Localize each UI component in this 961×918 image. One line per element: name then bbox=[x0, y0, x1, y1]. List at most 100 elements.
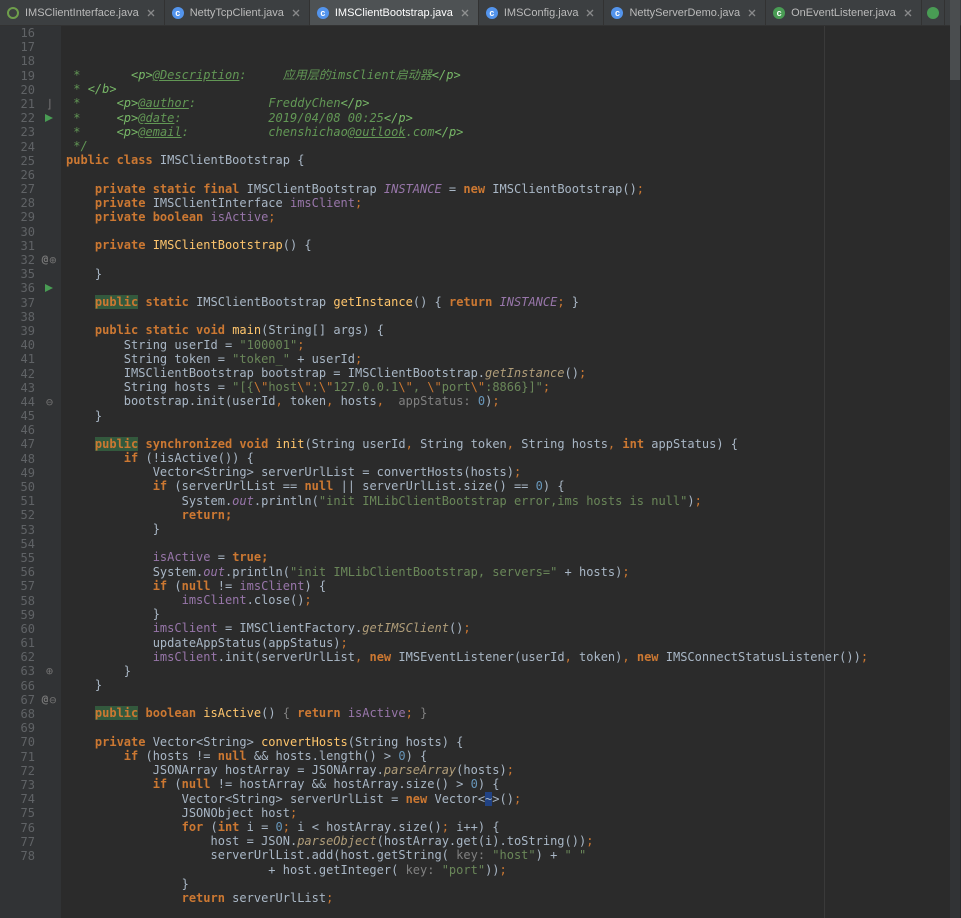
code-line[interactable] bbox=[62, 281, 961, 295]
code-line[interactable]: String hosts = "[{\"host\":\"127.0.0.1\"… bbox=[62, 380, 961, 394]
gutter-mark[interactable]: @⊕ bbox=[43, 254, 55, 266]
line-number[interactable]: 77 bbox=[0, 835, 61, 849]
gutter-mark[interactable]: ⌋ bbox=[43, 98, 55, 110]
scrollbar-thumb[interactable] bbox=[950, 0, 960, 80]
line-number[interactable]: 18 bbox=[0, 54, 61, 68]
code-line[interactable]: + host.getInteger( key: "port")); bbox=[62, 863, 961, 877]
close-icon[interactable] bbox=[146, 8, 156, 18]
line-number[interactable]: 53 bbox=[0, 523, 61, 537]
code-line[interactable]: * <p>@author: FreddyChen</p> bbox=[62, 96, 961, 110]
line-number[interactable]: 46 bbox=[0, 423, 61, 437]
tab-imsclientbootstrap[interactable]: cIMSClientBootstrap.java bbox=[310, 0, 479, 25]
code-line[interactable]: public static void main(String[] args) { bbox=[62, 323, 961, 337]
line-number[interactable]: 42 bbox=[0, 367, 61, 381]
code-line[interactable]: public synchronized void init(String use… bbox=[62, 437, 961, 451]
close-icon[interactable] bbox=[903, 8, 913, 18]
tab-nettyserverdemo[interactable]: cNettyServerDemo.java bbox=[604, 0, 766, 25]
code-line[interactable]: private Vector<String> convertHosts(Stri… bbox=[62, 735, 961, 749]
code-line[interactable]: isActive = true; bbox=[62, 550, 961, 564]
code-line[interactable] bbox=[62, 252, 961, 266]
scrollbar[interactable] bbox=[950, 0, 960, 918]
line-number[interactable]: 17 bbox=[0, 40, 61, 54]
code-line[interactable]: if (null != imsClient) { bbox=[62, 579, 961, 593]
code-line[interactable]: * <p>@Description: 应用层的imsClient启动器</p> bbox=[62, 68, 961, 82]
code-line[interactable]: } bbox=[62, 678, 961, 692]
line-number[interactable]: 61 bbox=[0, 636, 61, 650]
code-line[interactable]: * <p>@date: 2019/04/08 00:25</p> bbox=[62, 111, 961, 125]
line-number[interactable]: 39 bbox=[0, 324, 61, 338]
close-icon[interactable] bbox=[291, 8, 301, 18]
tab-nettytcpclient[interactable]: cNettyTcpClient.java bbox=[165, 0, 310, 25]
gutter-mark[interactable] bbox=[43, 112, 55, 124]
tab-more[interactable] bbox=[922, 0, 945, 25]
line-number[interactable]: 67@⊖ bbox=[0, 693, 61, 707]
line-number[interactable]: 26 bbox=[0, 168, 61, 182]
code-line[interactable]: Vector<String> serverUrlList = convertHo… bbox=[62, 465, 961, 479]
code-line[interactable]: } bbox=[62, 877, 961, 891]
line-number[interactable]: 45 bbox=[0, 409, 61, 423]
line-number[interactable]: 66 bbox=[0, 679, 61, 693]
line-number[interactable]: 58 bbox=[0, 594, 61, 608]
close-icon[interactable] bbox=[747, 8, 757, 18]
line-number[interactable]: 69 bbox=[0, 721, 61, 735]
line-number[interactable]: 20 bbox=[0, 83, 61, 97]
line-number[interactable]: 60 bbox=[0, 622, 61, 636]
code-line[interactable] bbox=[62, 309, 961, 323]
line-number[interactable]: 21⌋ bbox=[0, 97, 61, 111]
line-number[interactable]: 48 bbox=[0, 452, 61, 466]
code-line[interactable]: private IMSClientInterface imsClient; bbox=[62, 196, 961, 210]
line-number[interactable]: 22 bbox=[0, 111, 61, 125]
code-line[interactable]: imsClient.close(); bbox=[62, 593, 961, 607]
code-line[interactable]: if (!isActive()) { bbox=[62, 451, 961, 465]
code-line[interactable]: private static final IMSClientBootstrap … bbox=[62, 182, 961, 196]
line-number[interactable]: 73 bbox=[0, 778, 61, 792]
code-line[interactable]: if (hosts != null && hosts.length() > 0)… bbox=[62, 749, 961, 763]
line-number[interactable]: 23 bbox=[0, 125, 61, 139]
line-number[interactable]: 70 bbox=[0, 735, 61, 749]
line-number[interactable]: 38 bbox=[0, 310, 61, 324]
code-line[interactable]: } bbox=[62, 267, 961, 281]
line-number[interactable]: 27 bbox=[0, 182, 61, 196]
line-number[interactable]: 28 bbox=[0, 196, 61, 210]
tab-oneventlistener[interactable]: cOnEventListener.java bbox=[766, 0, 922, 25]
line-number[interactable]: 51 bbox=[0, 494, 61, 508]
code-line[interactable]: * <p>@email: chenshichao@outlook.com</p> bbox=[62, 125, 961, 139]
line-number[interactable]: 49 bbox=[0, 466, 61, 480]
line-number[interactable]: 59 bbox=[0, 608, 61, 622]
code-line[interactable]: JSONArray hostArray = JSONArray.parseArr… bbox=[62, 763, 961, 777]
line-number[interactable]: 24 bbox=[0, 140, 61, 154]
line-number[interactable]: 35 bbox=[0, 267, 61, 281]
line-number[interactable]: 31 bbox=[0, 239, 61, 253]
code-line[interactable]: return; bbox=[62, 508, 961, 522]
code-line[interactable] bbox=[62, 692, 961, 706]
code-line[interactable]: String userId = "100001"; bbox=[62, 338, 961, 352]
line-number[interactable]: 36 bbox=[0, 281, 61, 295]
code-line[interactable]: String token = "token_" + userId; bbox=[62, 352, 961, 366]
code-line[interactable]: private IMSClientBootstrap() { bbox=[62, 238, 961, 252]
code-line[interactable] bbox=[62, 423, 961, 437]
line-number[interactable]: 30 bbox=[0, 225, 61, 239]
code-line[interactable]: for (int i = 0; i < hostArray.size(); i+… bbox=[62, 820, 961, 834]
code-line[interactable]: imsClient.init(serverUrlList, new IMSEve… bbox=[62, 650, 961, 664]
line-number[interactable]: 75 bbox=[0, 806, 61, 820]
code-line[interactable]: return serverUrlList; bbox=[62, 891, 961, 905]
gutter-mark[interactable]: ⊖ bbox=[43, 396, 55, 408]
line-number[interactable]: 40 bbox=[0, 338, 61, 352]
line-number[interactable]: 29 bbox=[0, 210, 61, 224]
code-line[interactable] bbox=[62, 167, 961, 181]
code-line[interactable]: * </b> bbox=[62, 82, 961, 96]
code-line[interactable]: } bbox=[62, 522, 961, 536]
tab-imsconfig[interactable]: cIMSConfig.java bbox=[479, 0, 605, 25]
line-number[interactable]: 32@⊕ bbox=[0, 253, 61, 267]
line-number[interactable]: 44⊖ bbox=[0, 395, 61, 409]
code-line[interactable]: bootstrap.init(userId, token, hosts, app… bbox=[62, 394, 961, 408]
line-number[interactable]: 52 bbox=[0, 508, 61, 522]
line-number[interactable]: 19 bbox=[0, 69, 61, 83]
code-line[interactable]: public class IMSClientBootstrap { bbox=[62, 153, 961, 167]
line-number[interactable]: 68 bbox=[0, 707, 61, 721]
code-line[interactable]: } bbox=[62, 664, 961, 678]
code-line[interactable] bbox=[62, 721, 961, 735]
line-number[interactable]: 25 bbox=[0, 154, 61, 168]
code-line[interactable]: imsClient = IMSClientFactory.getIMSClien… bbox=[62, 621, 961, 635]
gutter-mark[interactable]: @⊖ bbox=[43, 694, 55, 706]
